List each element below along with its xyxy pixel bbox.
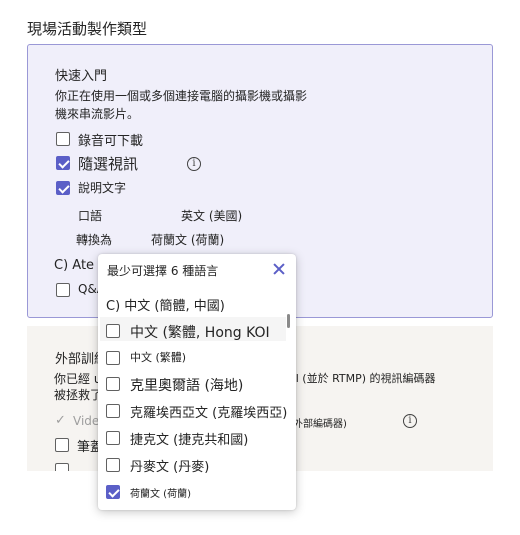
item-checkbox[interactable] bbox=[106, 377, 120, 391]
downloadable-recording-checkbox[interactable] bbox=[56, 132, 70, 146]
video-on-demand-label: 隨選視訊 bbox=[78, 155, 139, 173]
captions-label: 說明文字 bbox=[78, 181, 127, 195]
quick-start-description-2: 機來串流影片。 bbox=[55, 107, 140, 121]
check-icon: ✓ bbox=[55, 413, 66, 428]
spoken-language-label: 口語 bbox=[78, 209, 103, 223]
external-description-1-right: ol (並於 RTMP) 的視訊編碼器 bbox=[289, 372, 436, 385]
item-label: 中文 (繁體, Hong KOI bbox=[130, 325, 270, 341]
item-checkbox[interactable] bbox=[106, 431, 120, 445]
item-label: 中文 (繁體) bbox=[130, 351, 187, 364]
info-icon[interactable]: i bbox=[403, 414, 417, 428]
item-label: 荷蘭文 (荷蘭) bbox=[130, 489, 191, 500]
external-checkbox[interactable] bbox=[55, 438, 69, 452]
close-icon[interactable] bbox=[272, 262, 286, 276]
info-icon[interactable]: i bbox=[187, 157, 201, 171]
encoder-label: 外部編碼器) bbox=[293, 419, 347, 430]
quick-start-title: 快速入門 bbox=[55, 69, 108, 84]
dropdown-header: 最少可選擇 6 種語言 bbox=[107, 264, 219, 278]
item-checkbox[interactable] bbox=[106, 324, 120, 338]
external-description-2: 被拯救了 bbox=[54, 388, 103, 402]
item-label: 克里奧爾語 (海地) bbox=[130, 378, 244, 394]
qa-checkbox[interactable] bbox=[56, 283, 70, 297]
section-title: 現場活動製作類型 bbox=[27, 20, 148, 38]
item-checkbox[interactable] bbox=[106, 458, 120, 472]
attendee-label: C) Ate bbox=[54, 258, 95, 273]
captions-checkbox[interactable] bbox=[56, 181, 70, 195]
translate-to-label: 轉換為 bbox=[76, 233, 113, 247]
external-checkbox-2[interactable] bbox=[55, 463, 69, 471]
item-checkbox[interactable] bbox=[106, 351, 120, 365]
video-on-demand-checkbox[interactable] bbox=[56, 156, 70, 170]
downloadable-recording-label: 錄音可下載 bbox=[78, 134, 144, 149]
item-label: 克羅埃西亞文 (克羅埃西亞) bbox=[130, 406, 288, 421]
translate-to-value[interactable]: 荷蘭文 (荷蘭) bbox=[151, 231, 224, 248]
external-description-1: 你已經 u bbox=[54, 372, 102, 386]
dropdown-item-chinese-simplified[interactable]: C) 中文 (簡體, 中國) bbox=[106, 295, 225, 314]
quick-start-description-1: 你正在使用一個或多個連接電腦的攝影機或攝影 bbox=[55, 89, 308, 103]
item-label: 捷克文 (捷克共和國) bbox=[130, 433, 249, 448]
video-label: Vide bbox=[73, 414, 100, 428]
item-checkbox[interactable] bbox=[106, 485, 120, 499]
spoken-language-value[interactable]: 英文 (美國) bbox=[181, 207, 242, 224]
scrollbar[interactable] bbox=[287, 314, 290, 328]
item-checkbox[interactable] bbox=[106, 404, 120, 418]
item-label: 丹麥文 (丹麥) bbox=[130, 460, 210, 475]
language-dropdown[interactable]: 最少可選擇 6 種語言 C) 中文 (簡體, 中國) 中文 (繁體, Hong … bbox=[98, 254, 296, 510]
